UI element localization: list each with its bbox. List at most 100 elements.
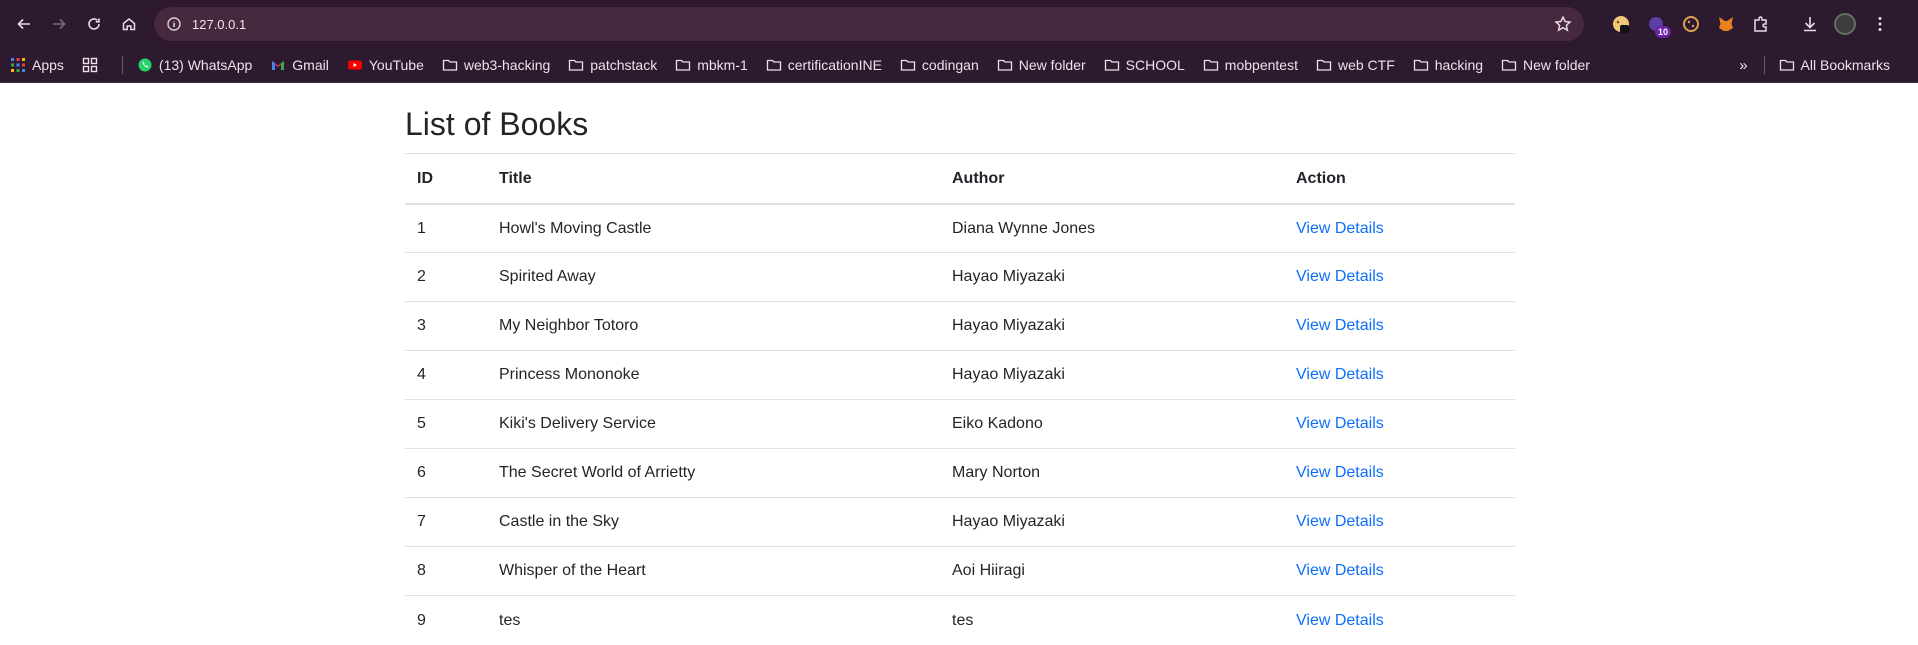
view-details-link[interactable]: View Details: [1296, 268, 1384, 285]
view-details-link[interactable]: View Details: [1296, 612, 1384, 629]
all-bookmarks-button[interactable]: All Bookmarks: [1779, 57, 1890, 73]
bookmark-star-icon[interactable]: [1554, 15, 1572, 33]
cell-author: tes: [940, 595, 1284, 645]
table-row: 1 Howl's Moving Castle Diana Wynne Jones…: [405, 203, 1515, 253]
tab-grid-icon: [82, 57, 98, 73]
cell-action: View Details: [1284, 203, 1515, 253]
cell-author: Hayao Miyazaki: [940, 497, 1284, 547]
table-row: 9 tes tes View Details: [405, 595, 1515, 645]
bookmark-whatsapp[interactable]: (13) WhatsApp: [137, 57, 252, 73]
cell-id: 3: [405, 301, 487, 351]
view-details-link[interactable]: View Details: [1296, 415, 1384, 432]
extension-metamask[interactable]: [1715, 13, 1737, 35]
apps-grid-icon: [10, 57, 26, 73]
browser-menu-button[interactable]: [1869, 13, 1891, 35]
view-details-link[interactable]: View Details: [1296, 464, 1384, 481]
more-vertical-icon: [1878, 17, 1882, 31]
bookmark-folder-web-ctf[interactable]: web CTF: [1316, 57, 1395, 73]
column-header-title: Title: [487, 153, 940, 205]
cell-id: 5: [405, 399, 487, 449]
bookmark-label: certificationINE: [787, 57, 882, 73]
avatar: [1834, 13, 1856, 35]
bookmark-folder-new-folder-2[interactable]: New folder: [1501, 57, 1590, 73]
download-icon: [1804, 17, 1816, 32]
bookmark-label: web CTF: [1337, 57, 1395, 73]
bookmark-label: Apps: [32, 57, 64, 73]
bookmark-label: mobpentest: [1224, 57, 1298, 73]
folder-icon: [675, 57, 691, 73]
back-button[interactable]: [10, 10, 38, 38]
table-body: 1 Howl's Moving Castle Diana Wynne Jones…: [405, 203, 1515, 645]
cell-action: View Details: [1284, 497, 1515, 547]
address-bar[interactable]: 127.0.0.1: [154, 7, 1584, 41]
home-button[interactable]: [115, 10, 143, 38]
bookmark-youtube[interactable]: YouTube: [347, 57, 424, 73]
extension-badge-count: 10: [1654, 26, 1671, 38]
view-details-link[interactable]: View Details: [1296, 562, 1384, 579]
table-row: 5 Kiki's Delivery Service Eiko Kadono Vi…: [405, 399, 1515, 449]
cookie-outline-icon: [1683, 16, 1699, 32]
reload-icon: [88, 18, 100, 30]
all-bookmarks-label: All Bookmarks: [1800, 57, 1890, 73]
cell-author: Aoi Hiiragi: [940, 546, 1284, 596]
bookmark-folder-school[interactable]: SCHOOL: [1104, 57, 1185, 73]
cookie-icon: [1613, 16, 1629, 33]
extension-cookie-editor[interactable]: [1610, 13, 1632, 35]
youtube-icon: [347, 57, 363, 73]
extensions-menu-button[interactable]: [1750, 13, 1772, 35]
table-row: 4 Princess Mononoke Hayao Miyazaki View …: [405, 350, 1515, 400]
bookmark-folder-codingan[interactable]: codingan: [900, 57, 979, 73]
bookmark-apps[interactable]: Apps: [10, 57, 64, 73]
bookmark-folder-new-folder[interactable]: New folder: [997, 57, 1086, 73]
cell-id: 4: [405, 350, 487, 400]
cell-id: 1: [405, 203, 487, 253]
bookmark-folder-mobpentest[interactable]: mobpentest: [1203, 57, 1298, 73]
cell-author: Hayao Miyazaki: [940, 252, 1284, 302]
cell-title: Castle in the Sky: [487, 497, 940, 547]
cell-title: Princess Mononoke: [487, 350, 940, 400]
folder-icon: [1779, 57, 1795, 73]
cell-action: View Details: [1284, 350, 1515, 400]
extension-badge-button[interactable]: 10: [1645, 13, 1671, 38]
cell-title: Howl's Moving Castle: [487, 203, 940, 253]
tab-groups-button[interactable]: [82, 57, 104, 73]
view-details-link[interactable]: View Details: [1296, 366, 1384, 383]
cell-title: Whisper of the Heart: [487, 546, 940, 596]
bookmark-folder-hacking[interactable]: hacking: [1413, 57, 1483, 73]
bookmark-label: SCHOOL: [1125, 57, 1185, 73]
profile-button[interactable]: [1834, 13, 1856, 35]
home-icon: [122, 18, 136, 31]
bookmark-label: New folder: [1523, 57, 1590, 73]
folder-icon: [1316, 57, 1332, 73]
column-header-id: ID: [405, 153, 487, 205]
column-header-author: Author: [940, 153, 1284, 205]
page-content: List of Books ID Title Author Action 1 H…: [0, 83, 1918, 645]
bookmarks-bar: Apps (13) WhatsApp Gmail YouTube web3-ha…: [0, 48, 1918, 83]
bookmark-gmail[interactable]: Gmail: [270, 57, 329, 73]
view-details-link[interactable]: View Details: [1296, 317, 1384, 334]
bookmark-label: codingan: [921, 57, 979, 73]
bookmark-label: (13) WhatsApp: [158, 57, 253, 73]
arrow-right-icon: [53, 18, 66, 30]
cell-id: 8: [405, 546, 487, 596]
forward-button[interactable]: [45, 10, 73, 38]
downloads-button[interactable]: [1799, 13, 1821, 35]
header-row: ID Title Author Action: [405, 153, 1515, 205]
bookmark-folder-patchstack[interactable]: patchstack: [568, 57, 657, 73]
extension-cookie[interactable]: [1680, 13, 1702, 35]
folder-icon: [1104, 57, 1120, 73]
view-details-link[interactable]: View Details: [1296, 220, 1384, 237]
url-text[interactable]: 127.0.0.1: [192, 17, 1554, 32]
cell-action: View Details: [1284, 546, 1515, 596]
bookmark-label: Gmail: [292, 57, 329, 73]
bookmark-label: YouTube: [368, 57, 424, 73]
table-row: 3 My Neighbor Totoro Hayao Miyazaki View…: [405, 301, 1515, 351]
view-details-link[interactable]: View Details: [1296, 513, 1384, 530]
more-bookmarks-chevron-icon[interactable]: »: [1739, 57, 1747, 74]
bookmark-folder-certificationine[interactable]: certificationINE: [766, 57, 882, 73]
bookmark-folder-web3-hacking[interactable]: web3-hacking: [442, 57, 550, 73]
cell-author: Diana Wynne Jones: [940, 203, 1284, 253]
site-info-icon[interactable]: [166, 16, 182, 32]
bookmark-folder-mbkm-1[interactable]: mbkm-1: [675, 57, 748, 73]
reload-button[interactable]: [80, 10, 108, 38]
